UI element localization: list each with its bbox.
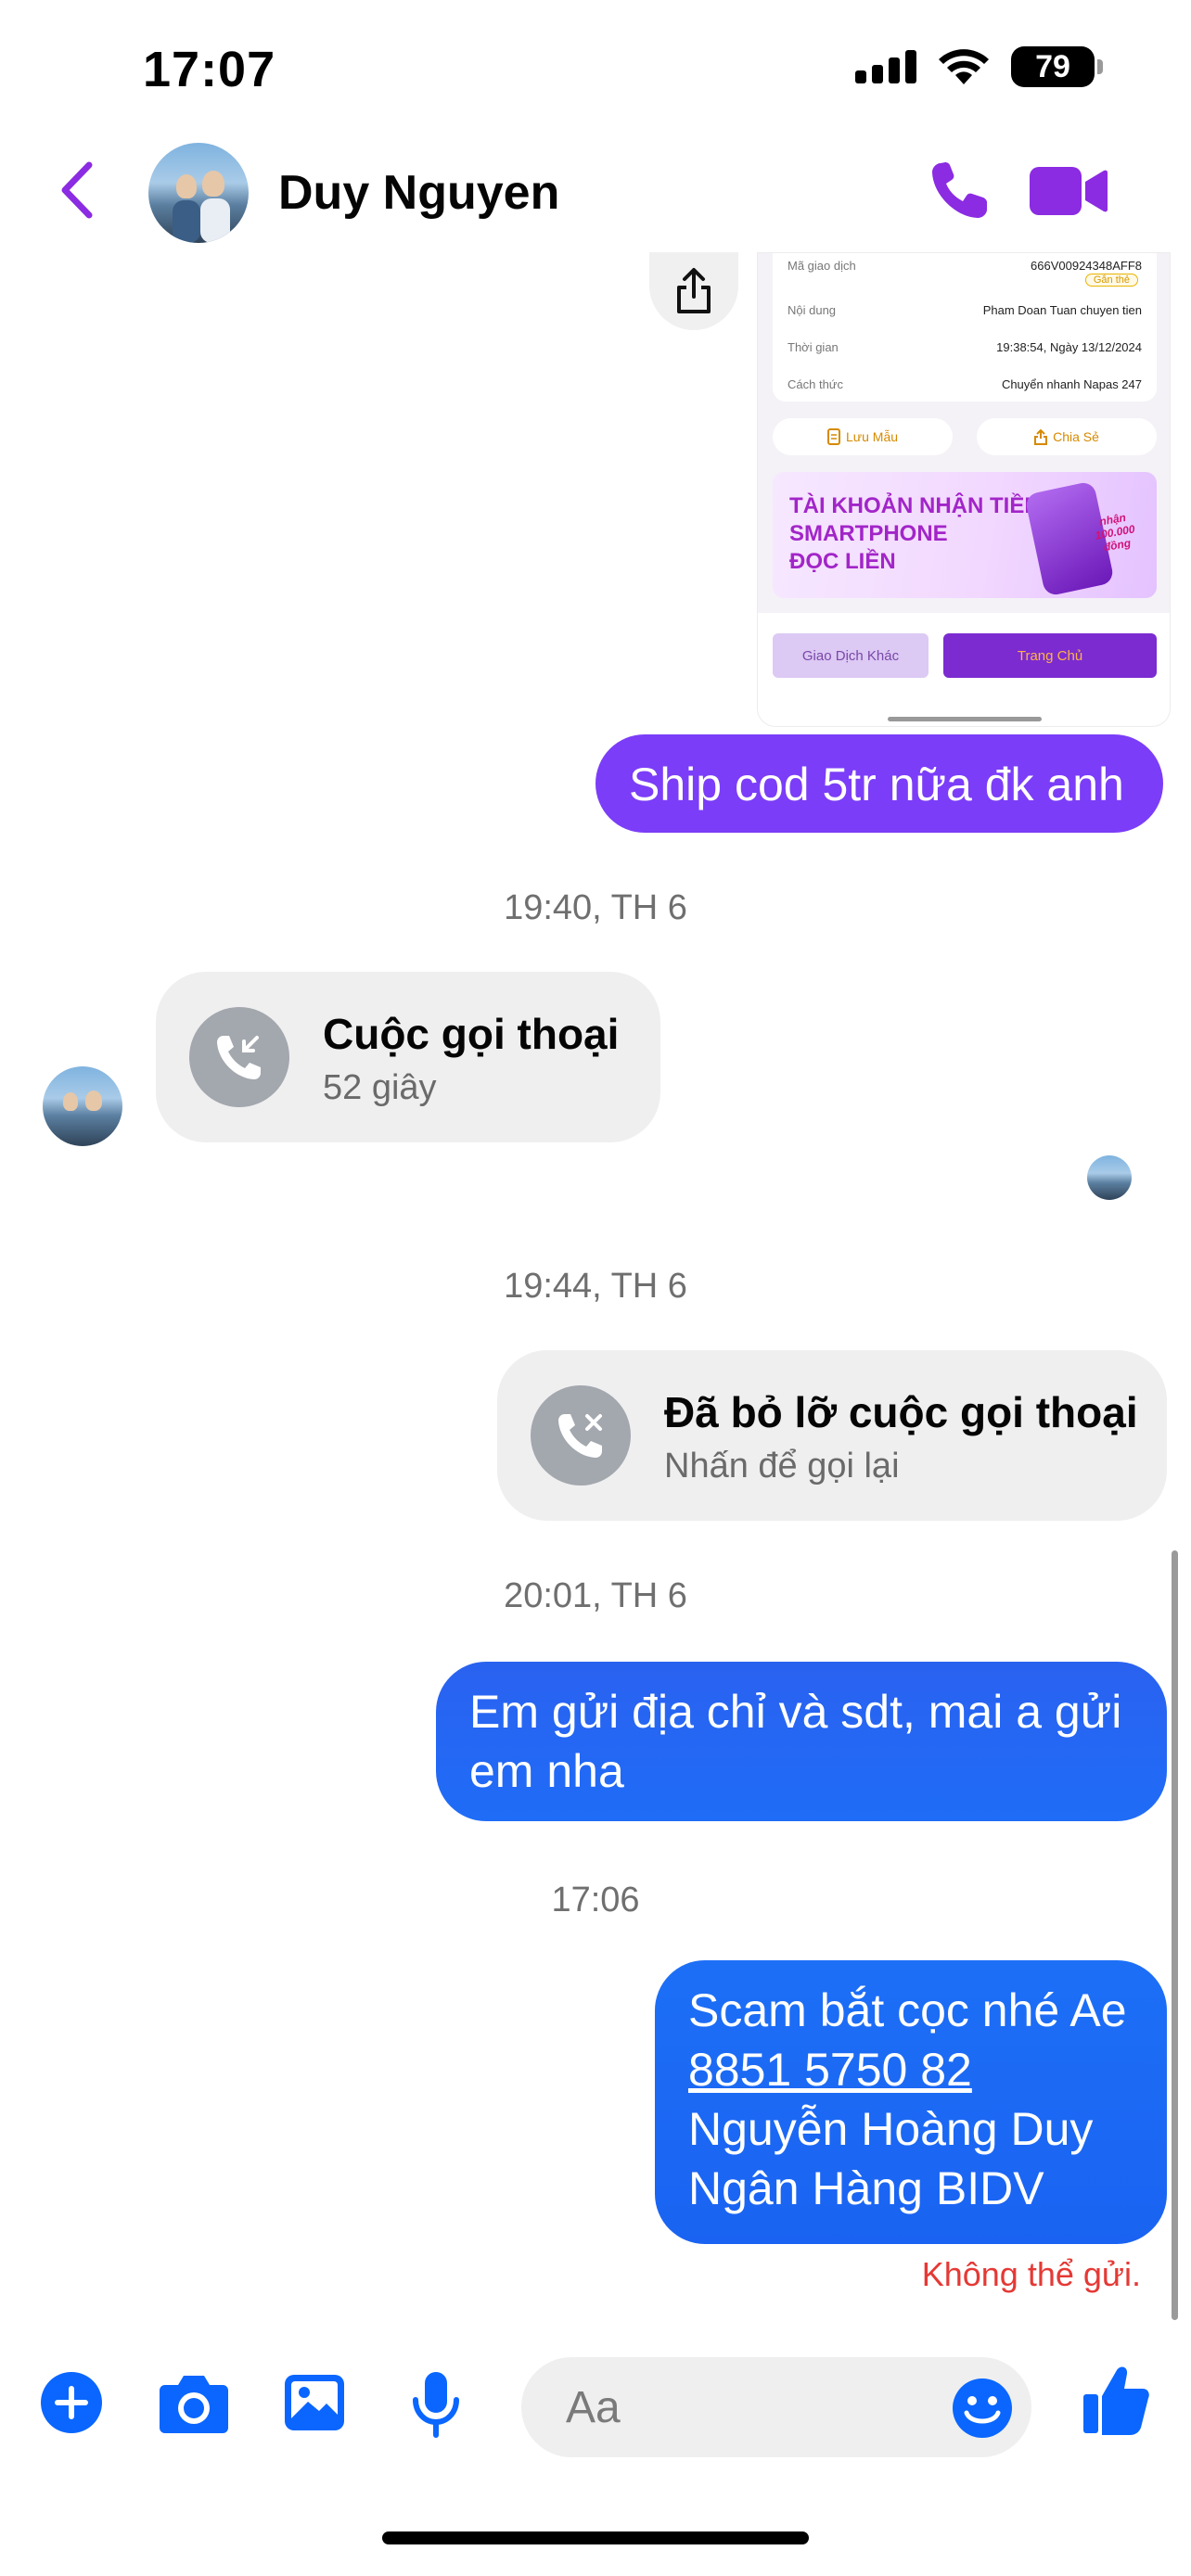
status-icons: 79 — [855, 46, 1103, 87]
missed-call-title: Đã bỏ lỡ cuộc gọi thoại — [664, 1388, 1138, 1436]
document-icon — [826, 428, 840, 445]
read-receipt-avatar — [1087, 1155, 1132, 1200]
battery-level: 79 — [1035, 48, 1070, 84]
outgoing-message[interactable]: Em gửi địa chỉ và sdt, mai a gửi em nha — [436, 1662, 1167, 1821]
status-bar: 17:07 79 — [0, 0, 1191, 130]
conversation-header: Duy Nguyen — [0, 130, 1191, 252]
voice-call-card[interactable]: Cuộc gọi thoại 52 giây — [156, 972, 660, 1142]
wifi-icon — [939, 49, 989, 84]
back-chevron-icon[interactable] — [52, 158, 108, 223]
receipt-row: Cách thức Chuyển nhanh Napas 247 — [788, 377, 1142, 391]
call-duration: 52 giây — [323, 1068, 437, 1107]
home-button: Trang Chủ — [943, 633, 1157, 678]
video-camera-icon[interactable] — [1028, 163, 1108, 219]
contact-avatar-small[interactable] — [43, 1066, 122, 1146]
receipt-details-card: Mã giao dịch 666V00924348AFF8 Gắn thẻ Nội… — [773, 253, 1157, 402]
scrollbar[interactable] — [1172, 1550, 1178, 2320]
missed-call-icon — [531, 1385, 631, 1486]
timestamp: 17:06 — [551, 1881, 640, 1919]
plus-icon[interactable] — [39, 2370, 104, 2435]
camera-icon[interactable] — [158, 2370, 230, 2435]
incoming-call-icon — [189, 1007, 289, 1107]
share-pill: Chia Sẻ — [977, 418, 1157, 455]
share-icon — [1034, 428, 1048, 445]
emoji-icon[interactable] — [952, 2378, 1013, 2439]
status-time: 17:07 — [143, 42, 276, 97]
promo-line: SMARTPHONE — [789, 521, 948, 546]
message-composer — [0, 2339, 1191, 2478]
message-line: em nha — [469, 1745, 624, 1797]
receipt-footer: Giao Dịch Khác Trang Chủ — [758, 613, 1170, 726]
image-icon[interactable] — [282, 2370, 347, 2435]
receipt-row: Thời gian 19:38:54, Ngày 13/12/2024 — [788, 340, 1142, 354]
message-line: Nguyễn Hoàng Duy — [688, 2103, 1094, 2155]
receipt-row: Mã giao dịch 666V00924348AFF8 — [788, 259, 1142, 273]
timestamp: 19:40, TH 6 — [504, 888, 687, 927]
outgoing-message-failed[interactable]: Scam bắt cọc nhé Ae 8851 5750 82 Nguyễn … — [655, 1960, 1167, 2244]
missed-call-card[interactable]: Đã bỏ lỡ cuộc gọi thoại Nhấn để gọi lại — [497, 1350, 1167, 1521]
outgoing-message[interactable]: Ship cod 5tr nữa đk anh — [596, 734, 1163, 833]
transfer-receipt-image[interactable]: Mã giao dịch 666V00924348AFF8 Gắn thẻ Nội… — [757, 252, 1171, 727]
battery-icon: 79 — [1011, 46, 1103, 87]
promo-banner: TÀI KHOẢN NHẬN TIỀN SMARTPHONE ĐỌC LIỀN … — [773, 472, 1157, 598]
home-indicator-in-image — [888, 717, 1042, 721]
message-line: Em gửi địa chỉ và sdt, mai a gửi — [469, 1686, 1122, 1738]
phone-icon[interactable] — [928, 158, 992, 223]
microphone-icon[interactable] — [408, 2370, 464, 2439]
call-title: Cuộc gọi thoại — [323, 1010, 620, 1058]
timestamp: 20:01, TH 6 — [504, 1576, 687, 1615]
missed-call-subtitle: Nhấn để gọi lại — [664, 1447, 900, 1486]
account-number-link[interactable]: 8851 5750 82 — [688, 2040, 1167, 2099]
thumbs-up-icon[interactable] — [1082, 2363, 1150, 2437]
receipt-row: Nội dung Pham Doan Tuan chuyen tien — [788, 303, 1142, 317]
share-image-button[interactable] — [649, 252, 738, 330]
save-template-pill: Lưu Mẫu — [773, 418, 953, 455]
send-error-text[interactable]: Không thể gửi. — [922, 2255, 1141, 2294]
timestamp: 19:44, TH 6 — [504, 1267, 687, 1306]
message-line: Scam bắt cọc nhé Ae — [688, 1984, 1127, 2036]
contact-name[interactable]: Duy Nguyen — [278, 165, 559, 221]
other-transaction-button: Giao Dịch Khác — [773, 633, 928, 678]
message-text: Ship cod 5tr nữa đk anh — [629, 759, 1124, 810]
home-indicator — [382, 2531, 809, 2544]
promo-line: ĐỌC LIỀN — [789, 549, 896, 574]
promo-banner-text: TÀI KHOẢN NHẬN TIỀN SMARTPHONE ĐỌC LIỀN — [789, 492, 1041, 576]
signal-icon — [855, 50, 916, 83]
message-list[interactable]: Mã giao dịch 666V00924348AFF8 Gắn thẻ Nội… — [0, 252, 1191, 2339]
share-icon — [677, 268, 711, 313]
message-line: Ngân Hàng BIDV — [688, 2162, 1044, 2214]
contact-avatar[interactable] — [148, 143, 249, 243]
promo-line: TÀI KHOẢN NHẬN TIỀN — [789, 493, 1041, 518]
tag-badge: Gắn thẻ — [1084, 274, 1138, 287]
